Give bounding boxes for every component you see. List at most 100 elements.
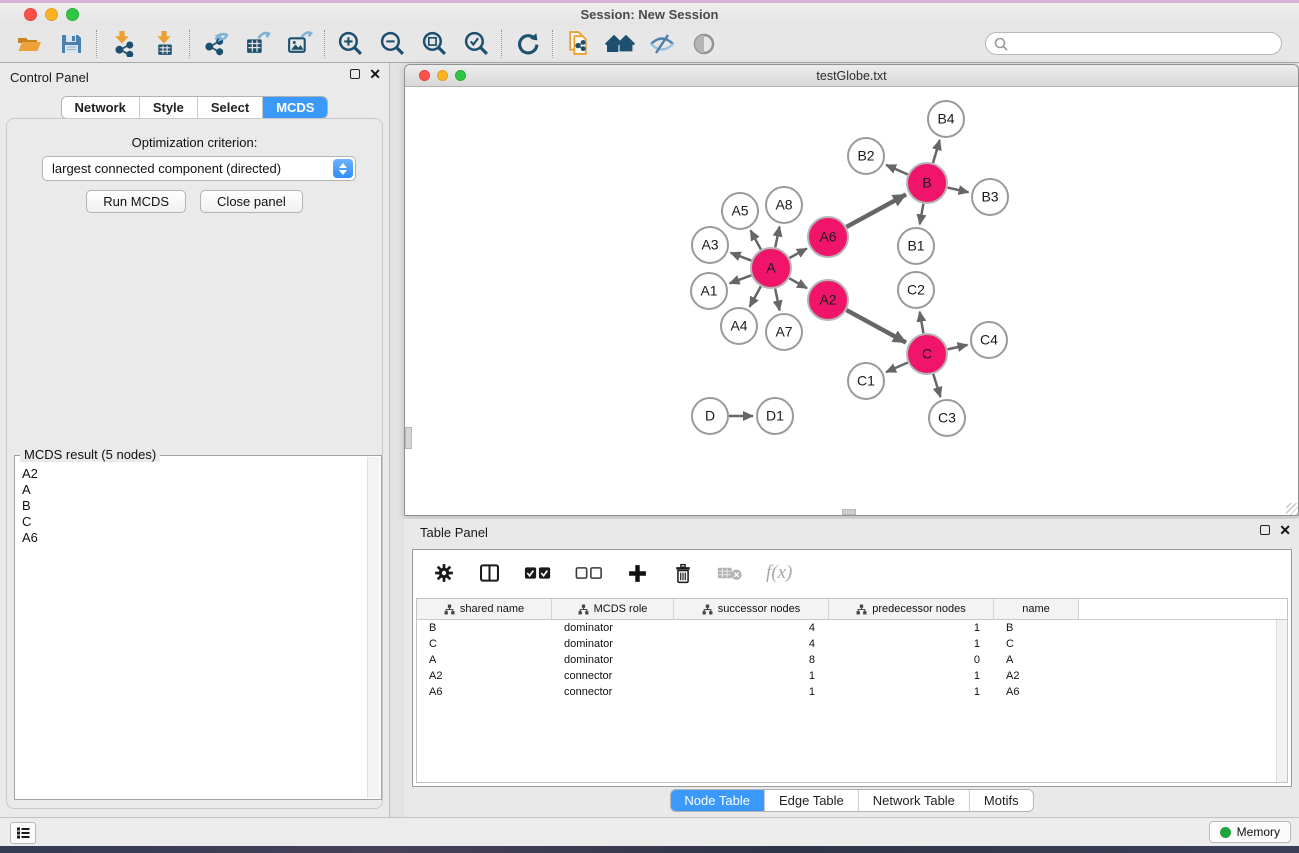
table-row[interactable]: A2connector11A2 (417, 668, 1287, 684)
graph-node-A4[interactable]: A4 (721, 308, 757, 344)
table-row[interactable]: Cdominator41C (417, 636, 1287, 652)
function-builder-button[interactable]: f(x) (766, 562, 792, 584)
table-cell[interactable]: 1 (829, 622, 994, 634)
graph-edge-B-B2[interactable] (886, 165, 908, 175)
mcds-result-item[interactable]: A6 (22, 530, 381, 546)
tab-style[interactable]: Style (140, 97, 198, 118)
hide-graphics-details-button[interactable] (641, 28, 683, 60)
graph-edge-A-A7[interactable] (775, 289, 779, 311)
titlebar[interactable]: Session: New Session (0, 3, 1299, 25)
import-network-button[interactable] (101, 28, 143, 60)
graph-edge-A-A4[interactable] (750, 286, 761, 306)
table-cell[interactable]: C (417, 638, 552, 650)
graph-edge-A-A1[interactable] (730, 275, 752, 283)
tab-mcds[interactable]: MCDS (263, 97, 327, 118)
table-cell[interactable]: 8 (674, 654, 829, 666)
graph-node-B2[interactable]: B2 (848, 138, 884, 174)
graph-node-D[interactable]: D (692, 398, 728, 434)
table-row[interactable]: A6connector11A6 (417, 684, 1287, 700)
table-cell[interactable]: 4 (674, 638, 829, 650)
table-cell[interactable]: A6 (417, 686, 552, 698)
graph-node-B3[interactable]: B3 (972, 179, 1008, 215)
zoom-fit-button[interactable] (413, 28, 455, 60)
table-cell[interactable]: 1 (829, 686, 994, 698)
export-image-button[interactable] (278, 28, 320, 60)
graph-node-C[interactable]: C (907, 334, 947, 374)
add-row-button[interactable] (626, 562, 649, 585)
table-cell[interactable]: A2 (994, 670, 1079, 682)
graph-node-C4[interactable]: C4 (971, 322, 1007, 358)
table-cell[interactable]: A (417, 654, 552, 666)
graph-node-B[interactable]: B (907, 163, 947, 203)
column-header-name[interactable]: name (994, 599, 1079, 619)
table-cell[interactable]: A (994, 654, 1079, 666)
column-header-mcds-role[interactable]: MCDS role (552, 599, 674, 619)
graph-edge-C-C1[interactable] (886, 362, 908, 372)
graph-edge-A-A2[interactable] (789, 278, 807, 288)
mcds-result-item[interactable]: C (22, 514, 381, 530)
table-settings-button[interactable] (433, 562, 455, 584)
network-graph[interactable]: B4B2BB3A5A8A6B1A3AC2A1A2A4A7C4CC1C3DD1 (405, 87, 1297, 514)
delete-table-button[interactable] (717, 564, 743, 582)
table-cell[interactable]: A6 (994, 686, 1079, 698)
table-cell[interactable]: C (994, 638, 1079, 650)
table-cell[interactable]: 1 (674, 670, 829, 682)
zoom-out-button[interactable] (371, 28, 413, 60)
table-cell[interactable]: 1 (674, 686, 829, 698)
import-table-button[interactable] (143, 28, 185, 60)
table-row[interactable]: Bdominator41B (417, 620, 1287, 636)
close-table-panel-icon[interactable]: ✕ (1279, 525, 1291, 535)
graph-edge-B-B4[interactable] (933, 140, 940, 163)
horizontal-scrollbar-stub[interactable] (842, 509, 856, 515)
table-cell[interactable]: 0 (829, 654, 994, 666)
open-session-button[interactable] (8, 28, 50, 60)
graph-edge-C-C2[interactable] (920, 312, 924, 334)
task-history-button[interactable] (10, 822, 36, 844)
table-cell[interactable]: B (994, 622, 1079, 634)
mcds-result-item[interactable]: A2 (22, 466, 381, 482)
export-table-button[interactable] (236, 28, 278, 60)
mcds-result-item[interactable]: B (22, 498, 381, 514)
column-header-successor-nodes[interactable]: successor nodes (674, 599, 829, 619)
delete-row-button[interactable] (672, 562, 694, 585)
graph-node-A3[interactable]: A3 (692, 227, 728, 263)
refresh-view-button[interactable] (506, 28, 548, 60)
clone-network-button[interactable] (557, 28, 599, 60)
close-panel-icon[interactable]: ✕ (369, 69, 381, 79)
graph-node-A5[interactable]: A5 (722, 193, 758, 229)
graph-edge-C-C4[interactable] (947, 345, 967, 350)
close-panel-button[interactable]: Close panel (200, 190, 303, 213)
graph-edge-A-A3[interactable] (731, 253, 752, 261)
graph-node-C2[interactable]: C2 (898, 272, 934, 308)
zoom-in-button[interactable] (329, 28, 371, 60)
table-cell[interactable]: connector (552, 670, 674, 682)
graph-edge-A-A6[interactable] (789, 248, 806, 258)
search-field[interactable] (985, 32, 1282, 55)
table-cell[interactable]: 1 (829, 670, 994, 682)
home-button[interactable] (599, 28, 641, 60)
graph-node-A6[interactable]: A6 (808, 217, 848, 257)
zoom-selected-button[interactable] (455, 28, 497, 60)
run-mcds-button[interactable]: Run MCDS (86, 190, 186, 213)
table-row[interactable]: Adominator80A (417, 652, 1287, 668)
mcds-result-item[interactable]: A (22, 482, 381, 498)
table-cell[interactable]: dominator (552, 638, 674, 650)
tab-select[interactable]: Select (198, 97, 263, 118)
graph-node-C3[interactable]: C3 (929, 400, 965, 436)
table-cell[interactable]: connector (552, 686, 674, 698)
network-canvas[interactable]: B4B2BB3A5A8A6B1A3AC2A1A2A4A7C4CC1C3DD1 (405, 87, 1298, 515)
graph-node-A8[interactable]: A8 (766, 187, 802, 223)
memory-button[interactable]: Memory (1209, 821, 1291, 843)
table-cell[interactable]: dominator (552, 622, 674, 634)
show-graphics-details-button[interactable] (683, 28, 725, 60)
graph-edge-C-C3[interactable] (933, 374, 940, 397)
tab-node-table[interactable]: Node Table (670, 790, 765, 811)
table-cell[interactable]: dominator (552, 654, 674, 666)
float-table-panel-icon[interactable] (1260, 525, 1270, 535)
graph-node-A[interactable]: A (751, 248, 791, 288)
table-cell[interactable]: 1 (829, 638, 994, 650)
save-session-button[interactable] (50, 28, 92, 60)
tab-network-table[interactable]: Network Table (859, 790, 970, 811)
graph-edge-A-A5[interactable] (751, 230, 761, 249)
graph-node-A7[interactable]: A7 (766, 314, 802, 350)
